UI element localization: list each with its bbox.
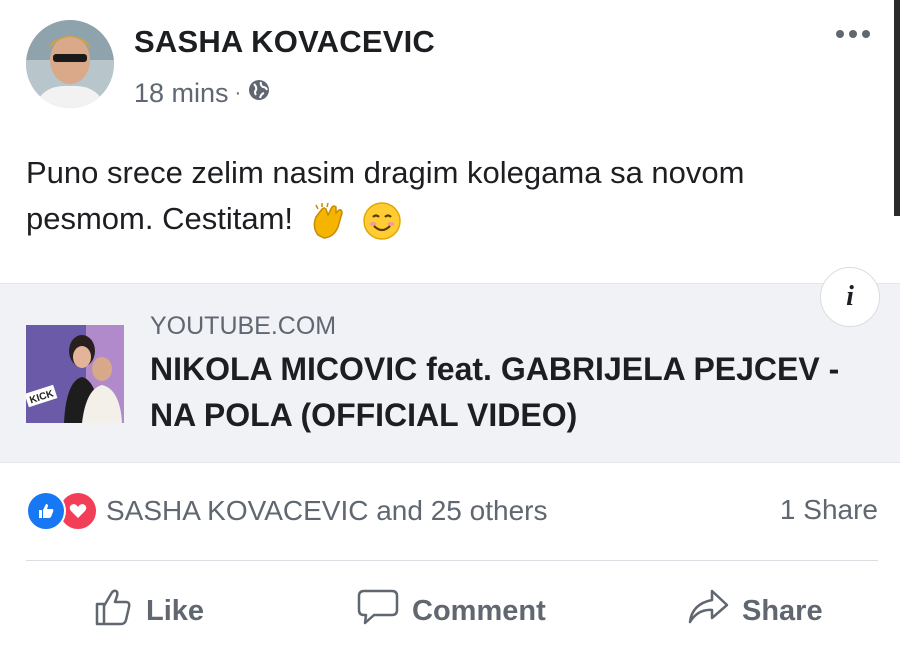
video-thumbnail[interactable]: KICK bbox=[26, 325, 124, 423]
more-options-button[interactable] bbox=[836, 30, 870, 38]
share-count[interactable]: 1 Share bbox=[780, 494, 878, 526]
reactions-summary[interactable]: SASHA KOVACEVIC and 25 others bbox=[26, 491, 547, 531]
post-time[interactable]: 18 mins bbox=[134, 78, 229, 109]
clapping-hands-emoji bbox=[308, 201, 348, 241]
comment-label: Comment bbox=[412, 594, 546, 627]
more-dot-icon bbox=[849, 30, 857, 38]
more-dot-icon bbox=[862, 30, 870, 38]
avatar[interactable] bbox=[26, 20, 114, 108]
like-label: Like bbox=[146, 594, 205, 627]
thumbs-up-icon bbox=[92, 586, 146, 636]
more-dot-icon bbox=[836, 30, 844, 38]
divider bbox=[26, 560, 878, 561]
post-meta: 18 mins · bbox=[134, 78, 271, 109]
comment-icon bbox=[356, 586, 412, 636]
share-arrow-icon bbox=[686, 586, 742, 636]
info-button[interactable]: i bbox=[820, 267, 880, 327]
link-domain: YOUTUBE.COM bbox=[150, 312, 337, 340]
share-label: Share bbox=[742, 594, 823, 627]
share-button[interactable]: Share bbox=[686, 586, 823, 636]
link-title[interactable]: NIKOLA MICOVIC feat. GABRIJELA PEJCEV - … bbox=[150, 346, 850, 438]
smiling-face-emoji bbox=[362, 201, 402, 241]
author-name[interactable]: SASHA KOVACEVIC bbox=[134, 24, 435, 60]
right-edge-bar bbox=[894, 0, 900, 216]
link-preview-card[interactable]: KICK YOUTUBE.COM NIKOLA MICOVIC feat. GA… bbox=[0, 283, 900, 463]
post-body: Puno srece zelim nasim dragim kolegama s… bbox=[26, 150, 846, 242]
like-button[interactable]: Like bbox=[92, 586, 204, 636]
like-reaction-icon bbox=[26, 491, 66, 531]
comment-button[interactable]: Comment bbox=[356, 586, 546, 636]
globe-icon bbox=[247, 78, 271, 109]
meta-separator: · bbox=[234, 82, 242, 104]
reactions-text: SASHA KOVACEVIC and 25 others bbox=[106, 495, 548, 526]
